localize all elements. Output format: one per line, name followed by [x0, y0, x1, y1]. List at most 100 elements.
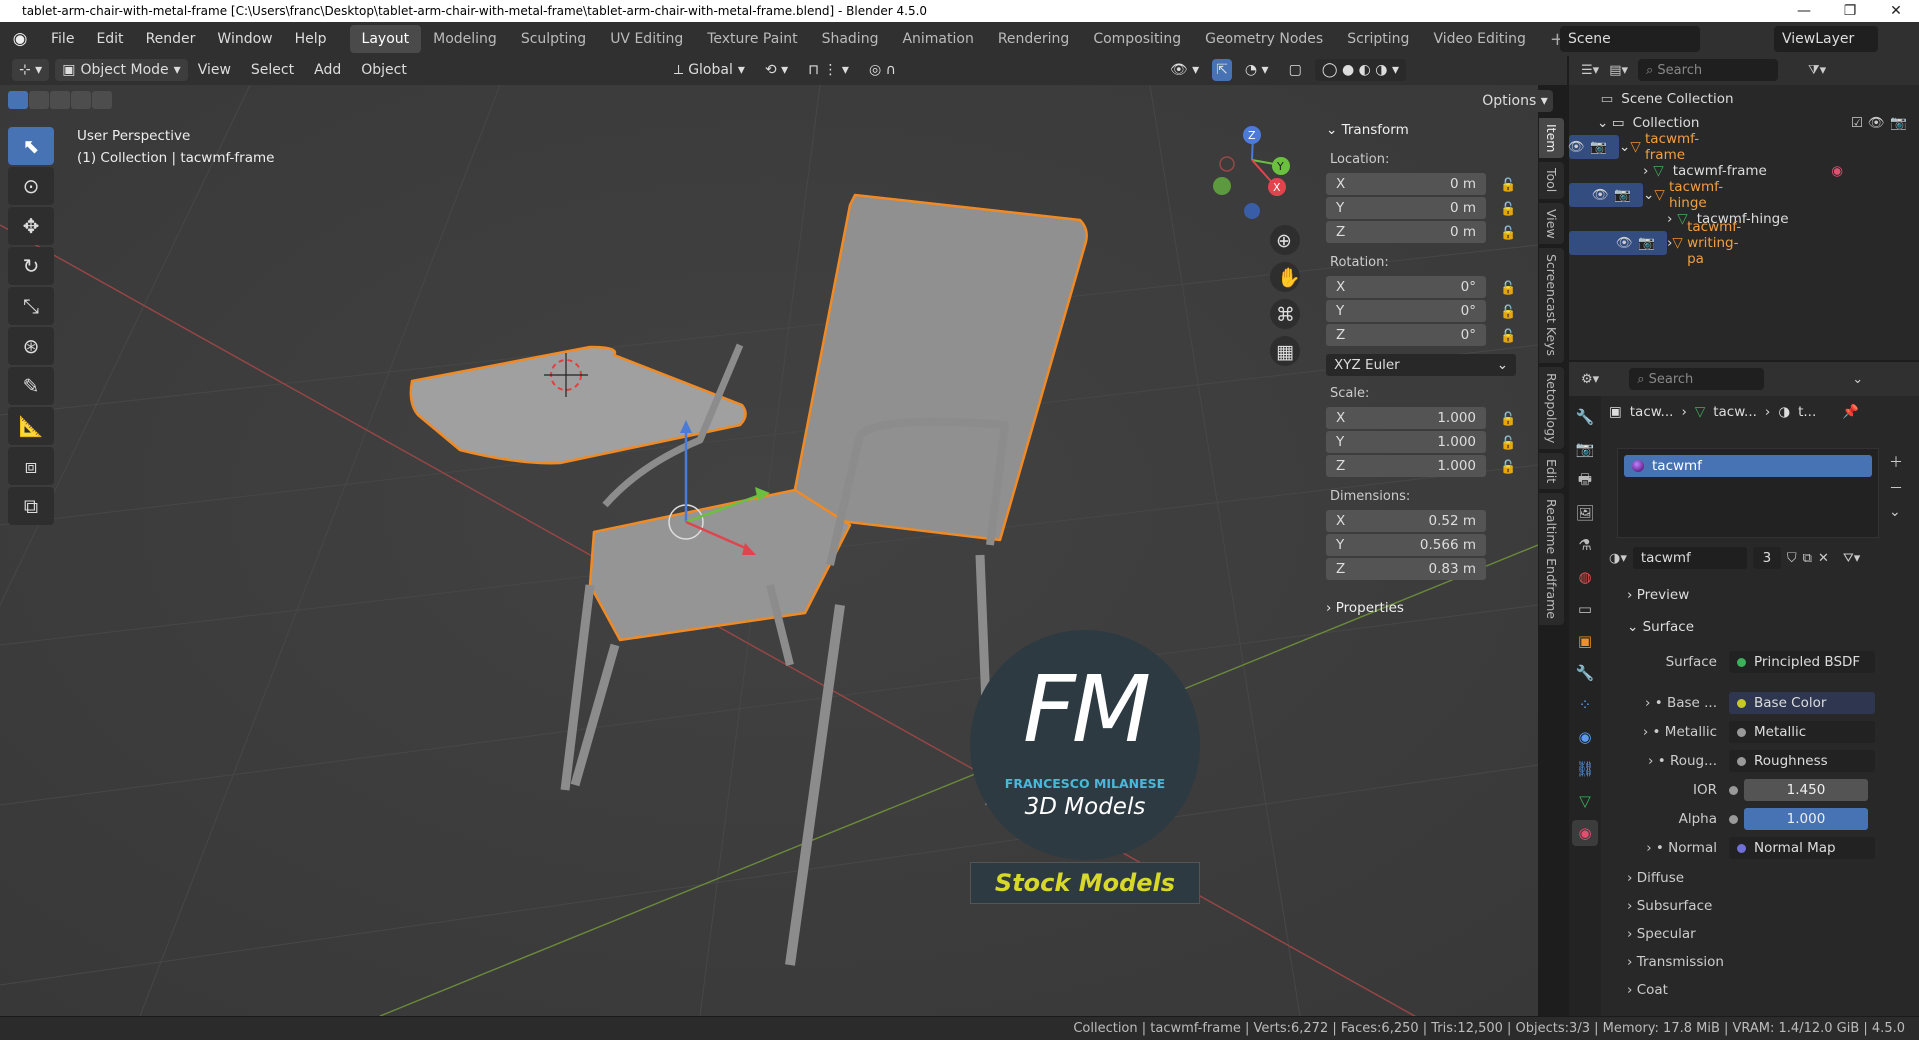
tab-rendering[interactable]: Rendering	[986, 25, 1082, 53]
object-tab-icon[interactable]: ▣	[1572, 628, 1598, 654]
annotate-tool-icon[interactable]: ✎	[8, 367, 54, 405]
camera-icon[interactable]: 📷	[1614, 187, 1631, 203]
specular-subpanel[interactable]: › Specular	[1617, 921, 1696, 947]
lock-icon[interactable]: 🔓	[1500, 460, 1516, 475]
surface-panel-header[interactable]: ⌄ Surface	[1617, 614, 1879, 640]
physics-tab-icon[interactable]: ◉	[1572, 724, 1598, 750]
measure-tool-icon[interactable]: 📐	[8, 407, 54, 445]
maximize-button[interactable]: ❐	[1827, 3, 1873, 19]
lock-icon[interactable]: 🔓	[1500, 281, 1516, 296]
transform-panel-header[interactable]: ⌄ Transform	[1326, 118, 1524, 142]
camera-icon[interactable]: 📷	[1638, 235, 1655, 251]
world-tab-icon[interactable]: ◍	[1572, 564, 1598, 590]
material-browse-icon[interactable]: ◑▾	[1609, 551, 1627, 566]
lock-icon[interactable]: 🔓	[1500, 305, 1516, 320]
editor-type-icon[interactable]: ⚙▾	[1581, 372, 1599, 387]
sidebar-tab-retopology[interactable]: Retopology	[1539, 366, 1564, 449]
rotation-mode-dropdown[interactable]: XYZ Euler ⌄	[1326, 354, 1516, 376]
tab-uv-editing[interactable]: UV Editing	[598, 25, 695, 53]
dimensions-y-field[interactable]: Y 0.566 m	[1326, 534, 1486, 556]
lock-icon[interactable]: 🔓	[1500, 202, 1516, 217]
ior-field[interactable]: 1.450	[1744, 779, 1868, 801]
normal-link[interactable]: Normal Map	[1729, 837, 1875, 859]
select-box-icon[interactable]	[8, 91, 28, 109]
zoom-icon[interactable]: ⊕	[1276, 230, 1292, 252]
overlay-toggle[interactable]: ◔ ▾	[1238, 59, 1276, 81]
node-icon[interactable]: ⛛▾	[1843, 551, 1860, 566]
editor-type-icon[interactable]: ☰▾	[1581, 63, 1599, 78]
sidebar-tab-tool[interactable]: Tool	[1539, 162, 1564, 199]
roughness-link[interactable]: Roughness	[1729, 750, 1875, 772]
tab-compositing[interactable]: Compositing	[1081, 25, 1193, 53]
diffuse-subpanel[interactable]: › Diffuse	[1617, 865, 1684, 891]
object-menu[interactable]: Object	[351, 62, 417, 78]
menu-render[interactable]: Render	[135, 31, 207, 47]
sidebar-tab-screencast-keys[interactable]: Screencast Keys	[1539, 248, 1564, 363]
rotation-z-field[interactable]: Z 0°	[1326, 324, 1486, 346]
unlink-icon[interactable]: ✕	[1818, 551, 1829, 566]
xray-toggle[interactable]: ▢	[1282, 59, 1309, 81]
pivot-dropdown[interactable]: ⟲ ▾	[758, 59, 795, 81]
menu-help[interactable]: Help	[284, 31, 338, 47]
sidebar-tab-realtime-endframe[interactable]: Realtime Endframe	[1539, 493, 1564, 626]
view-layer-selector[interactable]: ViewLayer	[1774, 26, 1878, 52]
sidebar-tab-edit[interactable]: Edit	[1539, 452, 1564, 490]
outliner-row-collection[interactable]: ⌄ ▭ Collection ☑ 👁 📷	[1569, 111, 1919, 135]
dimensions-x-field[interactable]: X 0.52 m	[1326, 510, 1486, 532]
menu-file[interactable]: File	[40, 31, 85, 47]
pan-hand-icon[interactable]: ✋	[1277, 266, 1301, 289]
add-cube-tool-icon[interactable]: ⧈	[8, 447, 54, 485]
editor-type-button[interactable]: ⊹ ▾	[12, 59, 50, 81]
tab-geometry-nodes[interactable]: Geometry Nodes	[1193, 25, 1335, 53]
scene-tab-icon[interactable]: ⚗	[1572, 532, 1598, 558]
scene-selector[interactable]: Scene	[1560, 26, 1700, 52]
visibility-dropdown[interactable]: 👁 ▾	[1163, 59, 1206, 81]
lock-icon[interactable]: 🔓	[1500, 178, 1516, 193]
subsurface-subpanel[interactable]: › Subsurface	[1617, 893, 1712, 919]
constraints-tab-icon[interactable]: ⛓	[1572, 756, 1598, 782]
camera-view-icon[interactable]: ⌘	[1276, 304, 1295, 326]
blender-logo-icon[interactable]: ◉	[0, 29, 40, 49]
cursor-tool-icon[interactable]: ⊙	[8, 167, 54, 205]
properties-search-input[interactable]: ⌕ Search	[1629, 368, 1765, 390]
outliner-row-frame[interactable]: ⌄ ▽ tacwmf-frame 👁 📷	[1568, 131, 1699, 163]
snap-toggle[interactable]: ⊓ ⋮ ▾	[801, 59, 856, 81]
scale-y-field[interactable]: Y 1.000	[1326, 431, 1486, 453]
perspective-toggle-icon[interactable]: ▦	[1276, 341, 1294, 363]
select-invert-icon[interactable]	[71, 91, 91, 109]
collection-tab-icon[interactable]: ▭	[1572, 596, 1598, 622]
lock-icon[interactable]: 🔓	[1500, 226, 1516, 241]
outliner-row-writing-pad[interactable]: › ▽ tacwmf-writing-pa 👁 📷	[1569, 219, 1741, 267]
duplicate-icon[interactable]: ⧉	[1803, 551, 1812, 566]
outliner-row-scene-collection[interactable]: ▭ Scene Collection	[1569, 87, 1919, 111]
extra-tool-icon[interactable]: ⧉	[8, 487, 54, 525]
properties-panel-header[interactable]: › Properties	[1326, 596, 1524, 620]
metallic-link[interactable]: Metallic	[1729, 721, 1875, 743]
select-tool-icon[interactable]: ⬉	[8, 127, 54, 165]
lock-icon[interactable]: 🔓	[1500, 412, 1516, 427]
move-tool-icon[interactable]: ✥	[8, 207, 54, 245]
shading-modes[interactable]: ◯ ● ◐ ◑ ▾	[1314, 59, 1406, 81]
add-slot-button[interactable]: ＋	[1889, 452, 1903, 472]
camera-icon[interactable]: 📷	[1890, 115, 1907, 131]
select-extend-icon[interactable]	[29, 91, 49, 109]
outliner-row-frame-mesh[interactable]: › ▽ tacwmf-frame ◉	[1569, 159, 1919, 183]
lock-icon[interactable]: 🔓	[1500, 436, 1516, 451]
base-color-link[interactable]: Base Color	[1729, 692, 1875, 714]
filter-icon[interactable]: ⧩▾	[1808, 63, 1826, 78]
orientation-dropdown[interactable]: ⟂ Global ▾	[667, 59, 752, 81]
fake-user-icon[interactable]: ⛉	[1787, 551, 1797, 566]
tab-animation[interactable]: Animation	[890, 25, 985, 53]
select-intersect-icon[interactable]	[92, 91, 112, 109]
tab-modeling[interactable]: Modeling	[421, 25, 509, 53]
modifier-tab-icon[interactable]: 🔧	[1572, 660, 1598, 686]
outliner-search-input[interactable]: ⌕ Search	[1638, 59, 1778, 81]
remove-slot-button[interactable]: －	[1889, 478, 1903, 498]
data-tab-icon[interactable]: ▽	[1572, 788, 1598, 814]
view-layer-tab-icon[interactable]: 🖼	[1572, 500, 1598, 526]
location-z-field[interactable]: Z 0 m	[1326, 221, 1486, 243]
tab-layout[interactable]: Layout	[349, 25, 422, 53]
material-tab-icon[interactable]: ◉	[1572, 820, 1598, 846]
tab-texture-paint[interactable]: Texture Paint	[695, 25, 809, 53]
preview-panel-header[interactable]: › Preview	[1617, 582, 1879, 608]
